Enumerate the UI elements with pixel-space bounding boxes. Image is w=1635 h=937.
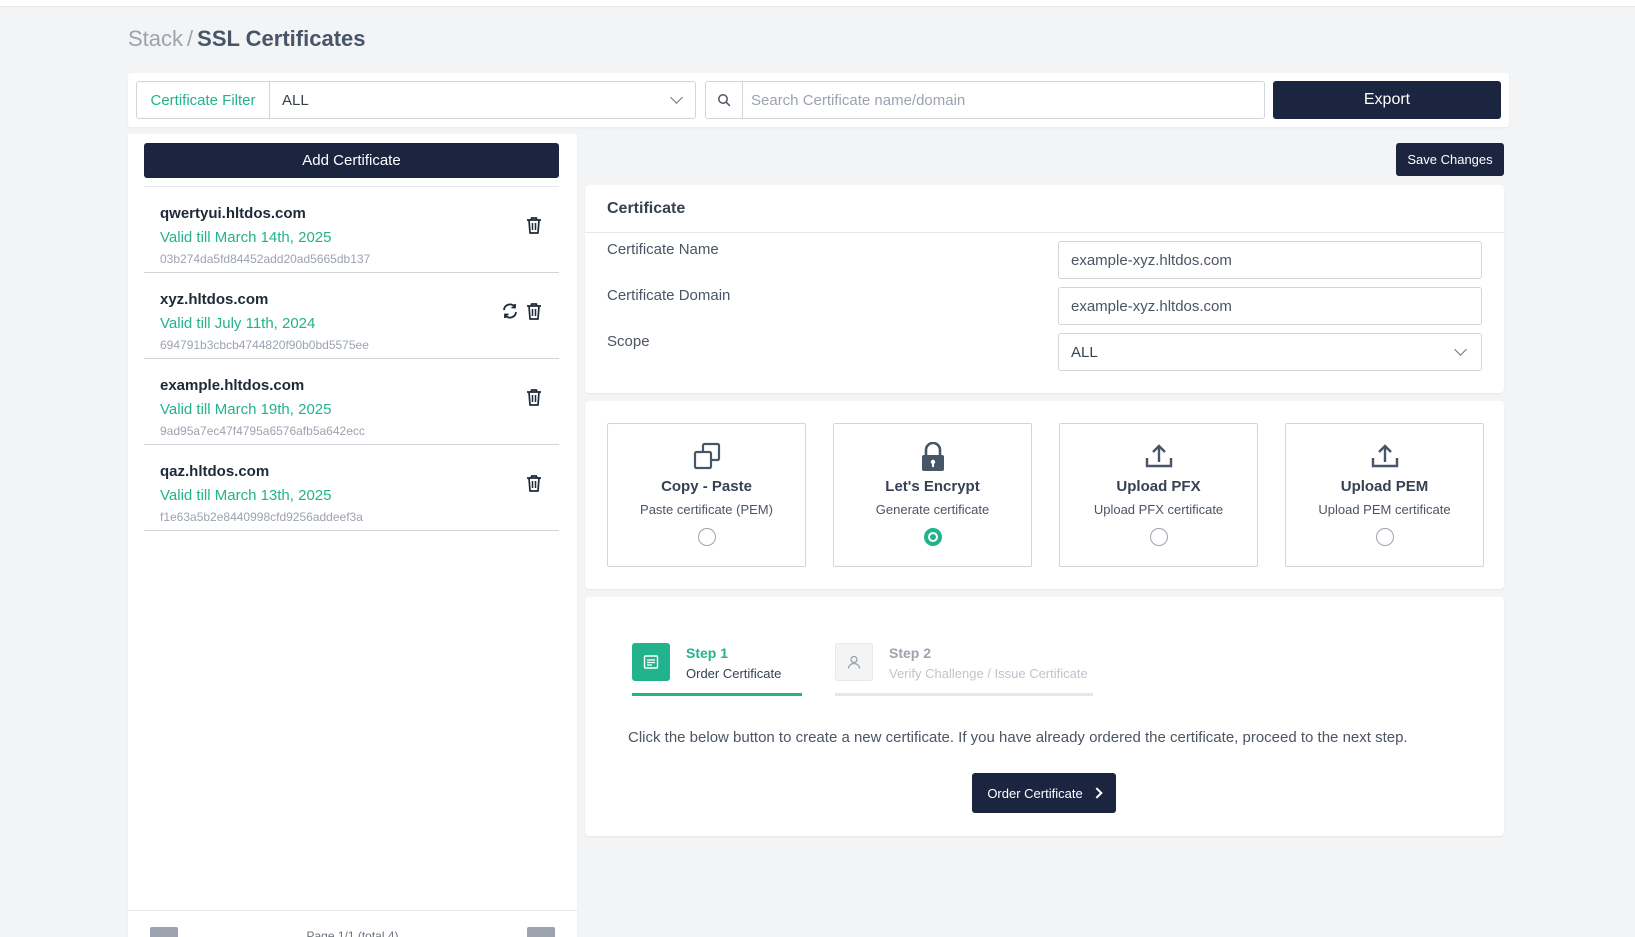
list-item[interactable]: example.hltdos.com Valid till March 19th…: [144, 359, 559, 445]
certificate-filter-value: ALL: [282, 91, 309, 109]
scope-label: Scope: [607, 333, 650, 350]
step-subtitle: Order Certificate: [686, 666, 782, 681]
lock-icon: [834, 442, 1031, 472]
certificate-name: xyz.hltdos.com: [160, 291, 269, 308]
document-icon: [632, 643, 670, 681]
top-bar: [0, 0, 1635, 7]
certificate-form-header: Certificate: [585, 185, 1504, 233]
step-subtitle: Verify Challenge / Issue Certificate: [889, 666, 1088, 681]
certificate-actions: [525, 387, 543, 407]
certificate-hash: 694791b3cbcb4744820f90b0bd5575ee: [160, 338, 369, 352]
method-lets-encrypt[interactable]: Let's Encrypt Generate certificate: [833, 423, 1032, 567]
method-title: Upload PEM: [1340, 478, 1429, 495]
list-item[interactable]: qaz.hltdos.com Valid till March 13th, 20…: [144, 445, 559, 531]
certificate-name-label: Certificate Name: [607, 241, 719, 258]
method-subtitle: Generate certificate: [875, 502, 990, 517]
method-title: Upload PFX: [1116, 478, 1201, 495]
certificate-validity: Valid till July 11th, 2024: [160, 315, 316, 332]
certificate-actions: [501, 301, 543, 321]
pagination: Page 1/1 (total 4): [128, 910, 577, 937]
method-copy-paste[interactable]: Copy - Paste Paste certificate (PEM): [607, 423, 806, 567]
trash-icon[interactable]: [525, 473, 543, 493]
certificate-method-card: Copy - Paste Paste certificate (PEM) Let…: [585, 401, 1504, 589]
step-2[interactable]: Step 2 Verify Challenge / Issue Certific…: [835, 643, 1093, 703]
list-item[interactable]: qwertyui.hltdos.com Valid till March 14t…: [144, 187, 559, 273]
method-title: Let's Encrypt: [885, 478, 980, 495]
step-instruction: Click the below button to create a new c…: [628, 729, 1408, 746]
scope-select[interactable]: ALL: [1058, 333, 1482, 371]
certificate-name: qaz.hltdos.com: [160, 463, 270, 480]
upload-icon: [1286, 442, 1483, 472]
method-upload-pem[interactable]: Upload PEM Upload PEM certificate: [1285, 423, 1484, 567]
step-title: Step 1: [686, 645, 729, 661]
step-1[interactable]: Step 1 Order Certificate: [632, 643, 802, 703]
step-progress-line: [835, 693, 1093, 696]
certificate-domain-input[interactable]: [1058, 287, 1482, 325]
refresh-icon[interactable]: [501, 301, 519, 321]
method-title: Copy - Paste: [661, 478, 752, 495]
certificate-list-panel: Add Certificate qwertyui.hltdos.com Vali…: [128, 134, 577, 937]
order-certificate-button[interactable]: Order Certificate: [972, 773, 1116, 813]
certificate-filter-select[interactable]: ALL: [270, 82, 695, 118]
certificate-domain-label: Certificate Domain: [607, 287, 731, 304]
certificate-hash: 03b274da5fd84452add20ad5665db137: [160, 252, 371, 266]
search-group: [705, 81, 1265, 119]
certificate-list: qwertyui.hltdos.com Valid till March 14t…: [144, 186, 559, 531]
method-subtitle: Upload PEM certificate: [1318, 502, 1451, 517]
next-page-button[interactable]: [527, 927, 555, 937]
trash-icon[interactable]: [525, 387, 543, 407]
method-radio[interactable]: [1376, 528, 1394, 546]
filter-bar: Certificate Filter ALL Export: [128, 73, 1509, 127]
step-title: Step 2: [889, 645, 932, 661]
certificate-filter: Certificate Filter ALL: [136, 81, 696, 119]
method-radio[interactable]: [924, 528, 942, 546]
certificate-hash: f1e63a5b2e8440998cfd9256addeef3a: [160, 510, 363, 524]
scope-row: Scope ALL: [607, 333, 1482, 371]
certificate-actions: [525, 473, 543, 493]
trash-icon[interactable]: [525, 301, 543, 321]
certificate-name: qwertyui.hltdos.com: [160, 205, 306, 222]
chevron-down-icon: [670, 91, 683, 104]
upload-icon: [1060, 442, 1257, 472]
trash-icon[interactable]: [525, 215, 543, 235]
chevron-right-icon: [1091, 787, 1103, 799]
add-certificate-button[interactable]: Add Certificate: [144, 143, 559, 178]
certificate-validity: Valid till March 14th, 2025: [160, 229, 332, 246]
certificate-hash: 9ad95a7ec47f4795a6576afb5a642ecc: [160, 424, 365, 438]
certificate-form-card: Certificate Certificate Name Certificate…: [585, 185, 1504, 393]
order-steps-card: Step 1 Order Certificate Step 2 Verify C…: [585, 597, 1504, 836]
certificate-name-input[interactable]: [1058, 241, 1482, 279]
pagination-text: Page 1/1 (total 4): [306, 929, 399, 937]
certificate-name: example.hltdos.com: [160, 377, 305, 394]
certificate-domain-row: Certificate Domain: [607, 287, 1482, 325]
breadcrumb-separator: /: [187, 26, 194, 51]
certificate-validity: Valid till March 13th, 2025: [160, 487, 332, 504]
user-icon: [835, 643, 873, 681]
certificate-filter-label: Certificate Filter: [137, 82, 270, 118]
save-changes-button[interactable]: Save Changes: [1396, 143, 1504, 176]
chevron-down-icon: [1454, 343, 1467, 356]
method-subtitle: Paste certificate (PEM): [640, 502, 773, 517]
method-radio[interactable]: [1150, 528, 1168, 546]
breadcrumb: Stack / SSL Certificates: [128, 26, 366, 52]
certificate-name-row: Certificate Name: [607, 241, 1482, 279]
step-progress-line: [632, 693, 802, 696]
certificate-actions: [525, 215, 543, 235]
method-radio[interactable]: [698, 528, 716, 546]
breadcrumb-root[interactable]: Stack: [128, 26, 183, 51]
list-item[interactable]: xyz.hltdos.com Valid till July 11th, 202…: [144, 273, 559, 359]
scope-value: ALL: [1071, 343, 1098, 361]
copy-icon: [608, 442, 805, 472]
search-input[interactable]: [743, 82, 1264, 118]
page-title: SSL Certificates: [197, 26, 366, 51]
search-icon: [706, 82, 743, 118]
method-upload-pfx[interactable]: Upload PFX Upload PFX certificate: [1059, 423, 1258, 567]
order-certificate-label: Order Certificate: [987, 785, 1083, 801]
certificate-validity: Valid till March 19th, 2025: [160, 401, 332, 418]
export-button[interactable]: Export: [1273, 81, 1501, 119]
method-subtitle: Upload PFX certificate: [1093, 502, 1224, 517]
